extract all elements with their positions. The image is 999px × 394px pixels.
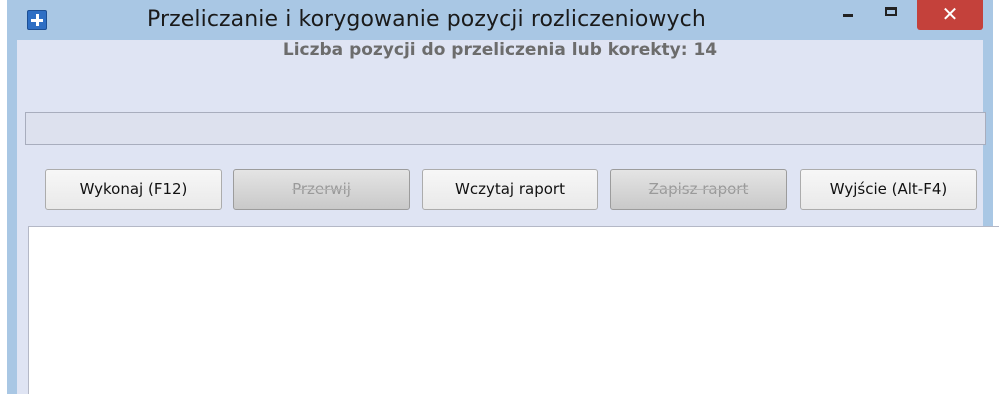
- minimize-icon[interactable]: [833, 0, 861, 28]
- maximize-icon[interactable]: [877, 0, 905, 28]
- execute-button[interactable]: Wykonaj (F12): [45, 169, 222, 210]
- positions-count-label: Liczba pozycji do przeliczenia lub korek…: [282, 40, 718, 60]
- interrupt-button[interactable]: Przerwij: [233, 169, 410, 210]
- save-report-button[interactable]: Zapisz raport: [610, 169, 787, 210]
- window-title: Przeliczanie i korygowanie pozycji rozli…: [147, 7, 706, 32]
- app-icon[interactable]: [27, 10, 47, 30]
- dialog-window: Przeliczanie i korygowanie pozycji rozli…: [7, 0, 999, 394]
- load-report-button[interactable]: Wczytaj raport: [422, 169, 598, 210]
- close-icon[interactable]: ✕: [917, 0, 983, 30]
- title-bar[interactable]: Przeliczanie i korygowanie pozycji rozli…: [7, 0, 993, 40]
- report-log-area[interactable]: [28, 226, 999, 394]
- progress-bar: [25, 112, 986, 145]
- exit-button[interactable]: Wyjście (Alt-F4): [800, 169, 977, 210]
